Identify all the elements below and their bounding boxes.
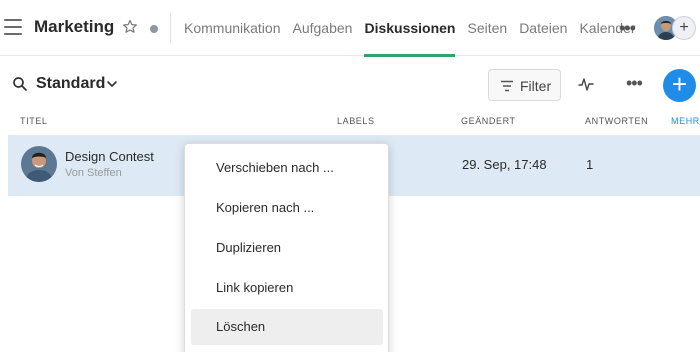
more-icon[interactable]: ••• (626, 74, 643, 92)
tab-dateien[interactable]: Dateien (519, 0, 567, 56)
filter-button[interactable]: Filter (488, 69, 561, 101)
menu-item-duplicate[interactable]: Duplizieren (191, 230, 383, 266)
star-icon[interactable] (122, 19, 138, 35)
row-changed: 29. Sep, 17:48 (462, 157, 547, 172)
row-author: Von Steffen (65, 167, 122, 179)
top-bar: Marketing Kommunikation Aufgaben Diskuss… (0, 0, 700, 57)
project-title: Marketing (34, 17, 115, 36)
menu-item-delete[interactable]: Löschen (191, 309, 383, 345)
hamburger-icon[interactable] (4, 19, 22, 35)
chevron-down-icon[interactable] (106, 79, 118, 89)
status-dot (150, 25, 158, 33)
tab-bar: Kommunikation Aufgaben Diskussionen Seit… (184, 0, 648, 57)
column-header-replies[interactable]: Antworten (585, 116, 648, 126)
view-selector[interactable]: Standard (36, 75, 105, 93)
menu-item-copy-link[interactable]: Link kopieren (191, 270, 383, 306)
tab-aufgaben[interactable]: Aufgaben (293, 0, 353, 56)
tabs-more-icon[interactable]: ••• (619, 18, 636, 39)
row-replies: 1 (586, 157, 594, 172)
context-menu: Verschieben nach ... Kopieren nach ... D… (184, 143, 389, 352)
column-header-changed[interactable]: Geändert (461, 116, 516, 126)
menu-item-copy[interactable]: Kopieren nach ... (191, 190, 383, 226)
tab-seiten[interactable]: Seiten (467, 0, 507, 56)
avatar (21, 146, 57, 182)
menu-item-move[interactable]: Verschieben nach ... (191, 150, 383, 186)
filter-icon (501, 80, 513, 92)
filter-label: Filter (520, 78, 552, 94)
row-title[interactable]: Design Contest (65, 149, 154, 164)
tab-kommunikation[interactable]: Kommunikation (184, 0, 281, 56)
column-header-labels[interactable]: Labels (337, 116, 375, 126)
add-discussion-button[interactable]: + (663, 69, 696, 102)
activity-icon[interactable] (578, 76, 594, 92)
column-header-title[interactable]: Titel (20, 116, 48, 126)
add-member-button[interactable]: + (672, 16, 696, 40)
column-header-more[interactable]: Mehr (671, 116, 700, 126)
tab-diskussionen[interactable]: Diskussionen (364, 0, 456, 57)
search-icon[interactable] (12, 76, 28, 92)
nav-divider (170, 13, 171, 43)
